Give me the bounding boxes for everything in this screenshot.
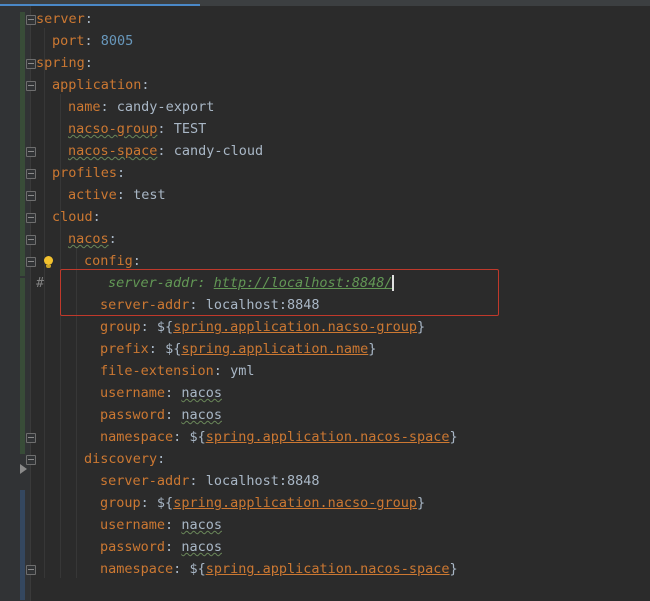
placeholder-reference-link[interactable]: spring.application.nacos-space	[206, 561, 450, 577]
yaml-value: nacos	[181, 385, 222, 401]
yaml-key: server	[36, 11, 85, 27]
yaml-key: port	[52, 33, 85, 49]
highlight-box	[60, 269, 499, 316]
yaml-value: candy-export	[116, 99, 215, 115]
yaml-value: nacos	[181, 407, 222, 423]
yaml-value: nacos	[181, 517, 222, 533]
comment-hash: #	[36, 275, 45, 291]
yaml-key: namespace	[100, 561, 174, 577]
yaml-key: config	[84, 253, 133, 269]
code-line[interactable]: password: nacos	[0, 404, 650, 426]
code-line[interactable]: application:	[0, 74, 650, 96]
yaml-key: nacos	[68, 231, 109, 247]
code-line[interactable]: password: nacos	[0, 536, 650, 558]
yaml-key: group	[100, 319, 141, 335]
yaml-key: discovery	[84, 451, 158, 467]
yaml-key: spring	[36, 55, 85, 71]
yaml-key: password	[100, 407, 166, 423]
yaml-key: username	[100, 517, 166, 533]
code-line[interactable]: nacos-space: candy-cloud	[0, 140, 650, 162]
yaml-key: prefix	[100, 341, 149, 357]
code-line[interactable]: nacso-group: TEST	[0, 118, 650, 140]
yaml-key: name	[68, 99, 101, 115]
code-editor[interactable]: server: port: 8005 spring: application: …	[0, 6, 650, 601]
code-line[interactable]: discovery:	[0, 448, 650, 470]
yaml-value: test	[133, 187, 166, 203]
code-line[interactable]: username: nacos	[0, 514, 650, 536]
code-line[interactable]: namespace: ${spring.application.nacos-sp…	[0, 558, 650, 580]
run-arrow-icon[interactable]	[20, 464, 27, 474]
code-line[interactable]: nacos:	[0, 228, 650, 250]
placeholder-reference-link[interactable]: spring.application.nacso-group	[173, 319, 417, 335]
yaml-key: file-extension	[100, 363, 214, 379]
code-line[interactable]: name: candy-export	[0, 96, 650, 118]
code-line[interactable]: server:	[0, 8, 650, 30]
yaml-value: yml	[230, 363, 255, 379]
code-line[interactable]: group: ${spring.application.nacso-group}	[0, 316, 650, 338]
yaml-value: candy-cloud	[173, 143, 264, 159]
code-line[interactable]: file-extension: yml	[0, 360, 650, 382]
yaml-key: active	[68, 187, 117, 203]
code-line[interactable]: port: 8005	[0, 30, 650, 52]
yaml-key: nacso-group	[68, 121, 158, 137]
code-line[interactable]: prefix: ${spring.application.name}	[0, 338, 650, 360]
yaml-key: cloud	[52, 209, 93, 225]
yaml-key: group	[100, 495, 141, 511]
yaml-key: password	[100, 539, 166, 555]
yaml-key: nacos-space	[68, 143, 158, 159]
yaml-value: nacos	[181, 539, 222, 555]
yaml-key: username	[100, 385, 166, 401]
yaml-value: 8005	[100, 33, 134, 49]
placeholder-reference-link[interactable]: spring.application.nacso-group	[173, 495, 417, 511]
code-line[interactable]: group: ${spring.application.nacso-group}	[0, 492, 650, 514]
code-line[interactable]: profiles:	[0, 162, 650, 184]
yaml-key: application	[52, 77, 142, 93]
code-line[interactable]: active: test	[0, 184, 650, 206]
code-line[interactable]: server-addr: localhost:8848	[0, 470, 650, 492]
code-line[interactable]: spring:	[0, 52, 650, 74]
yaml-key: namespace	[100, 429, 174, 445]
code-line[interactable]: username: nacos	[0, 382, 650, 404]
code-line[interactable]: cloud:	[0, 206, 650, 228]
placeholder-reference-link[interactable]: spring.application.nacos-space	[206, 429, 450, 445]
intention-bulb-icon[interactable]	[44, 256, 53, 268]
yaml-key: server-addr	[100, 473, 190, 489]
yaml-value: TEST	[173, 121, 207, 137]
code-line[interactable]: namespace: ${spring.application.nacos-sp…	[0, 426, 650, 448]
placeholder-reference-link[interactable]: spring.application.name	[181, 341, 368, 357]
yaml-value: localhost:8848	[205, 473, 320, 489]
yaml-key: profiles	[52, 165, 118, 181]
